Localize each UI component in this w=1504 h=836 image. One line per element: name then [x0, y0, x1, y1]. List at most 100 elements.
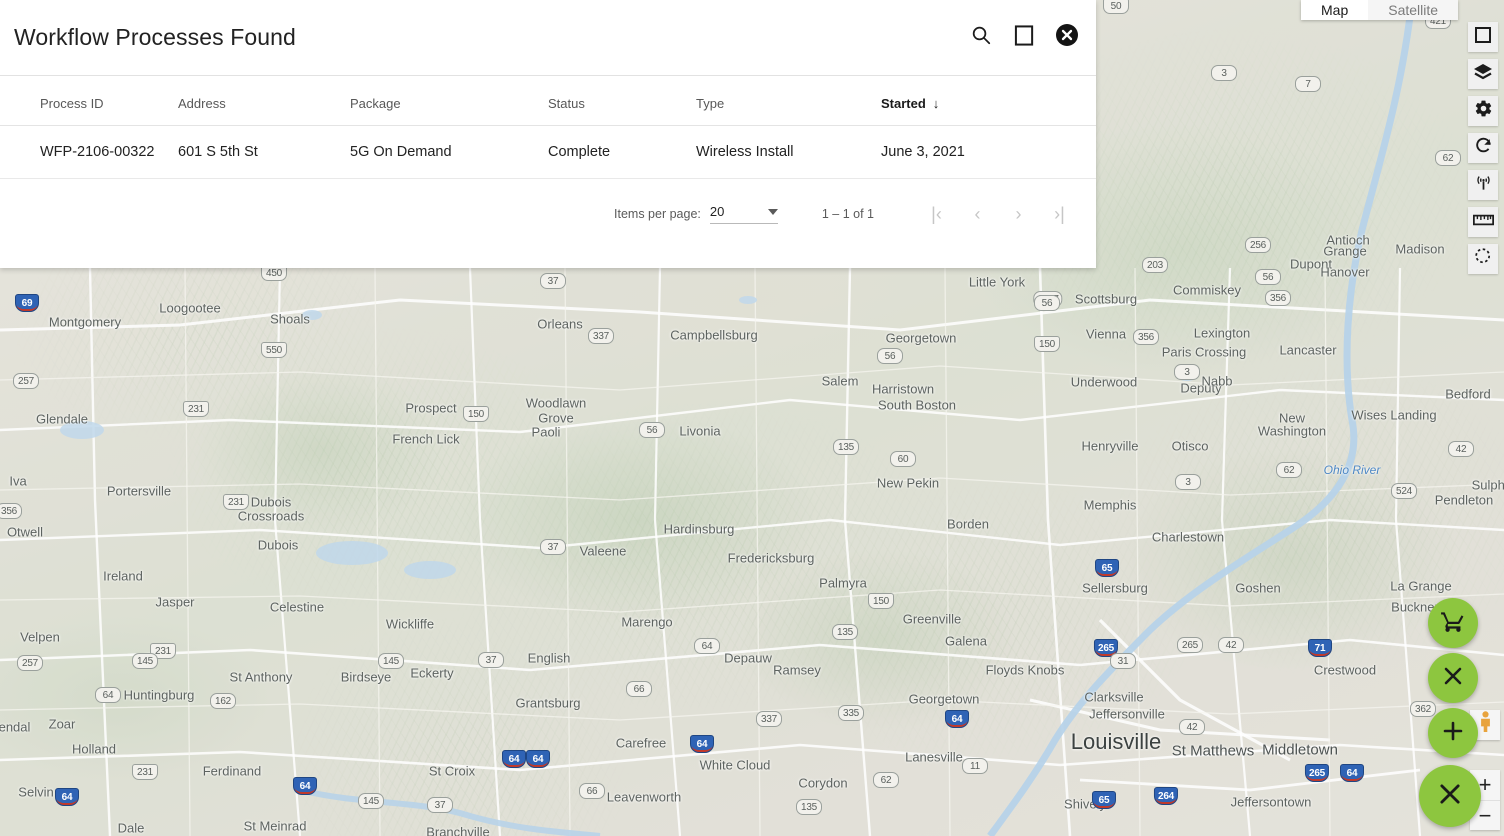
map-label: Jeffersontown [1230, 794, 1312, 810]
map-label: Iva [9, 473, 27, 489]
route-shield: 64 [502, 750, 526, 768]
route-shield: 62 [873, 772, 899, 788]
close-fab-small[interactable] [1428, 653, 1478, 703]
next-page-button[interactable]: › [998, 195, 1039, 233]
layers-tool-button[interactable] [1468, 59, 1498, 89]
column-header-status[interactable]: Status [548, 76, 696, 126]
map-label: St Anthony [229, 669, 293, 685]
route-shield: 265 [1304, 764, 1330, 782]
signal-tower-tool-button[interactable] [1468, 170, 1498, 200]
fullscreen-tool-button[interactable] [1468, 22, 1498, 52]
ruler-icon [1472, 213, 1494, 232]
cell-process-id: WFP-2106-00322 [0, 125, 178, 179]
column-header-label: Address [178, 96, 226, 111]
map-label: Lancaster [1279, 342, 1337, 358]
route-shield: 11 [962, 758, 988, 774]
route-shield: 145 [132, 653, 158, 669]
cart-fab[interactable] [1428, 598, 1478, 648]
map-label: Orleans [537, 316, 583, 332]
map-label: Vienna [1085, 326, 1127, 342]
map-type-tab-satellite[interactable]: Satellite [1368, 0, 1459, 20]
close-fab-large[interactable] [1419, 765, 1481, 827]
items-per-page-value: 20 [709, 204, 725, 219]
route-shield: 231 [223, 494, 249, 510]
map-label: Charlestown [1151, 529, 1225, 545]
route-shield: 37 [478, 652, 504, 668]
map-label: Galena [945, 633, 987, 649]
route-shield: 231 [183, 401, 209, 417]
route-shield: 162 [210, 693, 236, 709]
column-header-package[interactable]: Package [350, 76, 548, 126]
route-shield: 362 [1410, 701, 1436, 717]
map-label: Crestwood [1313, 662, 1377, 678]
column-header-label: Started [881, 96, 926, 111]
close-button[interactable] [1054, 24, 1080, 51]
map-label: French Lick [392, 431, 460, 447]
route-shield: 64 [694, 638, 720, 654]
map-label: Madison [1395, 241, 1445, 257]
settings-tool-button[interactable] [1468, 96, 1498, 126]
table-row[interactable]: WFP-2106-00322 601 S 5th St 5G On Demand Co… [0, 125, 1096, 179]
search-button[interactable] [968, 25, 994, 51]
route-shield: 3 [1175, 474, 1201, 490]
map-label: Memphis [1083, 497, 1137, 513]
map-label: Palmyra [819, 575, 867, 591]
map-label: Paoli [531, 424, 561, 440]
route-shield: 64 [945, 710, 969, 728]
route-shield: 64 [690, 735, 714, 753]
map-label: Birdseye [340, 669, 392, 685]
first-page-button[interactable]: |‹ [916, 195, 957, 233]
panel-header-actions [968, 24, 1080, 51]
column-header-type[interactable]: Type [696, 76, 881, 126]
select-area-tool-button[interactable] [1468, 244, 1498, 274]
map-label: Underwood [1070, 374, 1138, 390]
map-label: English [527, 650, 571, 666]
column-header-process-id[interactable]: Process ID [0, 76, 178, 126]
map-label: Velpen [20, 629, 60, 645]
map-label: Ramsey [773, 662, 821, 678]
last-page-button[interactable]: ›| [1039, 195, 1080, 233]
route-shield: 356 [0, 503, 22, 519]
column-header-address[interactable]: Address [178, 76, 350, 126]
close-icon [1441, 664, 1465, 693]
column-header-label: Status [548, 96, 585, 111]
cell-started: June 3, 2021 [881, 125, 1096, 179]
route-shield: 356 [1265, 290, 1291, 306]
map-label: Otwell [6, 524, 44, 540]
map-label: Shoals [270, 311, 310, 327]
map-label: Leavenworth [606, 789, 682, 805]
route-shield: 337 [588, 328, 614, 344]
map-label: Pendleton [1434, 492, 1494, 508]
map-label: Woodlawn [525, 395, 587, 411]
map-label: Wickliffe [385, 616, 435, 632]
map-label: Wises Landing [1351, 407, 1437, 423]
map-label: Floyds Knobs [985, 662, 1065, 678]
cell-type: Wireless Install [696, 125, 881, 179]
measure-tool-button[interactable] [1468, 207, 1498, 237]
workflow-processes-table: Process ID Address Package Status Type Starte… [0, 76, 1096, 179]
map-label: Valeene [579, 543, 627, 559]
refresh-tool-button[interactable] [1468, 133, 1498, 163]
map-label: Paris Crossing [1161, 344, 1247, 360]
map-label: Glendale [35, 411, 89, 427]
cell-status: Complete [548, 125, 696, 179]
route-shield: 56 [1255, 269, 1281, 285]
previous-page-button[interactable]: ‹ [957, 195, 998, 233]
app-root: Montgomery Loogootee Shoals Orleans Campbell… [0, 0, 1504, 836]
page-range-label: 1 – 1 of 1 [821, 207, 874, 221]
column-header-started[interactable]: Started ↓ [881, 76, 1096, 126]
maximize-button[interactable] [1011, 24, 1037, 51]
items-per-page-select[interactable]: 20 [709, 204, 778, 224]
map-type-tab-map[interactable]: Map [1301, 0, 1369, 20]
route-shield: 257 [13, 373, 39, 389]
map-type-tabs[interactable]: Map Satellite [1301, 0, 1459, 20]
map-label: Clarksville [1084, 689, 1144, 705]
map-label: Henryville [1081, 438, 1139, 454]
add-fab[interactable] [1428, 708, 1478, 758]
map-label: Crossroads [237, 508, 305, 524]
map-label: Commiskey [1173, 282, 1241, 298]
chevron-down-icon [767, 208, 778, 215]
map-label: Prospect [405, 400, 457, 416]
map-label: Branchville [426, 824, 490, 836]
map-label: Otisco [1171, 438, 1209, 454]
